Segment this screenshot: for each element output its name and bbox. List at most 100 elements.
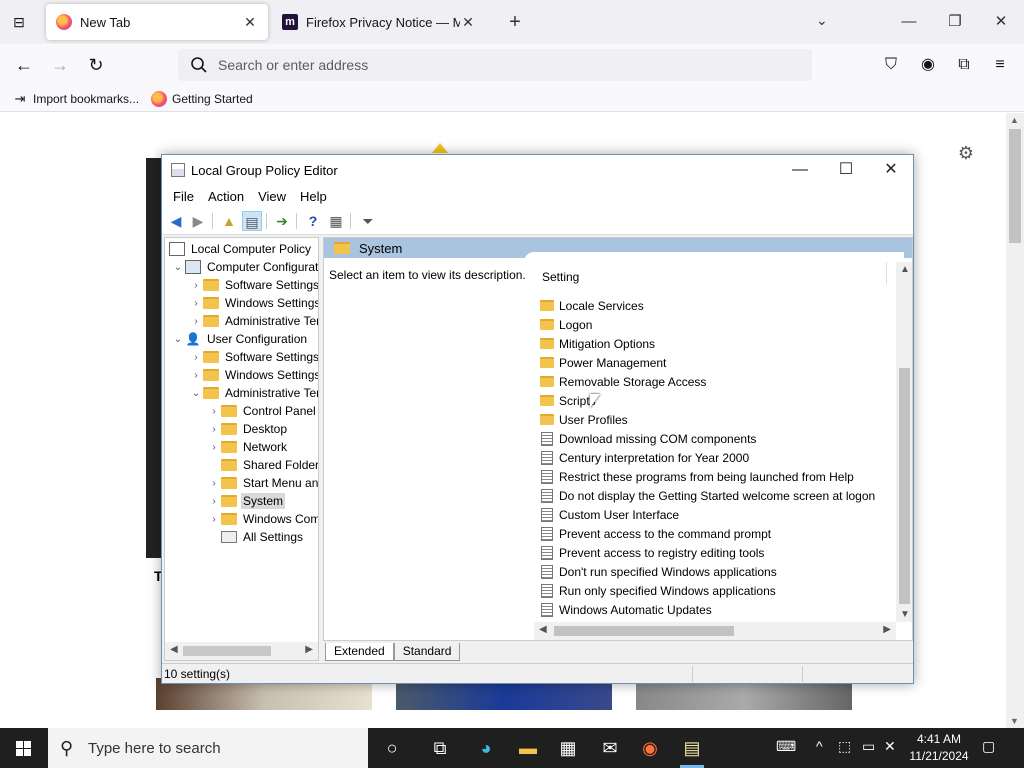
tree-item[interactable]: All Settings <box>207 528 305 546</box>
tree-item[interactable]: › Network <box>207 438 289 456</box>
tree-item[interactable]: › Windows Settings <box>189 294 318 312</box>
chevron-right-icon[interactable]: › <box>207 424 221 435</box>
list-item-folder[interactable]: Mitigation Options <box>540 334 655 353</box>
list-item-folder[interactable]: Power Management <box>540 353 666 372</box>
page-scrollbar[interactable]: ▲ ▼ <box>1006 113 1024 728</box>
tree-item[interactable]: › Administrative Templates <box>189 312 318 330</box>
bookmark-getting-started[interactable]: Getting Started <box>151 90 253 108</box>
list-item-folder[interactable]: Locale Services <box>540 296 644 315</box>
close-button[interactable]: ✕ <box>871 159 911 181</box>
chevron-right-icon[interactable]: › <box>189 280 203 291</box>
list-item-setting[interactable]: Custom User Interface <box>540 505 679 524</box>
menu-help[interactable]: Help <box>293 185 334 207</box>
list-item-folder[interactable]: Scripts <box>540 391 596 410</box>
chevron-right-icon[interactable]: › <box>207 478 221 489</box>
notification-icon[interactable]: ▢ <box>982 738 995 755</box>
group-policy-editor-taskbar-icon[interactable]: ▤ <box>672 732 712 768</box>
back-button[interactable]: ← <box>11 52 37 78</box>
menu-view[interactable]: View <box>251 185 293 207</box>
tab-standard[interactable]: Standard <box>393 643 461 661</box>
tree-item[interactable]: › Software Settings <box>189 276 318 294</box>
list-item-setting[interactable]: Run only specified Windows applications <box>540 581 776 600</box>
list-item-setting[interactable]: Prevent access to registry editing tools <box>540 543 764 562</box>
chevron-right-icon[interactable]: › <box>189 298 203 309</box>
column-header-setting[interactable]: Setting <box>542 270 579 284</box>
export-list-icon[interactable]: ➔ <box>272 211 292 231</box>
tree-horizontal-scrollbar[interactable]: ◀ ▶ <box>165 642 318 660</box>
list-item-folder[interactable]: User Profiles <box>540 410 628 429</box>
maximize-button[interactable]: ❐ <box>940 8 970 36</box>
keyboard-icon[interactable]: ⌨ <box>776 738 796 755</box>
help-icon[interactable]: ? <box>303 211 323 231</box>
cortana-icon[interactable]: ○ <box>372 732 412 764</box>
forward-button[interactable]: → <box>47 52 73 78</box>
scroll-down-icon[interactable]: ▼ <box>900 609 910 620</box>
list-item-setting[interactable]: Windows Automatic Updates <box>540 600 712 619</box>
tree-item[interactable]: ⌄ Administrative Templates <box>189 384 318 402</box>
list-vertical-scrollbar[interactable]: ▲ ▼ <box>896 262 912 622</box>
tree-item[interactable]: › Windows Settings <box>189 366 318 384</box>
navigation-tree[interactable]: Local Computer Policy ⌄ Computer Configura… <box>164 237 319 661</box>
gear-icon[interactable]: ⚙ <box>956 143 976 163</box>
tree-item[interactable]: Local Computer Policy <box>169 240 313 258</box>
tab-extended[interactable]: Extended <box>325 643 394 661</box>
forward-arrow-icon[interactable]: ▶ <box>188 211 208 231</box>
scroll-up-icon[interactable]: ▲ <box>1010 115 1019 125</box>
gpe-title-bar[interactable]: Local Group Policy Editor — ☐ ✕ <box>162 155 913 185</box>
chevron-right-icon[interactable]: › <box>189 352 203 363</box>
tree-item[interactable]: › Software Settings <box>189 348 318 366</box>
account-icon[interactable]: ◉ <box>917 54 939 76</box>
menu-icon[interactable]: ≡ <box>989 54 1011 76</box>
list-horizontal-scrollbar[interactable]: ◀ ▶ <box>534 622 896 640</box>
properties-icon[interactable]: ▦ <box>326 211 346 231</box>
mail-icon[interactable]: ✉ <box>590 732 630 764</box>
tree-item[interactable]: › Control Panel <box>207 402 318 420</box>
column-separator[interactable] <box>886 262 887 284</box>
minimize-button[interactable]: — <box>894 8 924 36</box>
chevron-down-icon[interactable]: ⌄ <box>171 334 185 345</box>
tree-item[interactable]: › System <box>207 492 286 510</box>
scroll-thumb[interactable] <box>899 368 910 604</box>
system-clock[interactable]: 4:41 AM 11/21/2024 <box>902 731 976 765</box>
tab-new-tab[interactable]: New Tab ✕ <box>46 4 268 40</box>
close-tab-icon[interactable]: ✕ <box>460 14 476 31</box>
url-bar[interactable] <box>178 49 812 81</box>
start-button[interactable] <box>0 728 48 768</box>
bookmark-import[interactable]: ⇥ Import bookmarks... <box>12 90 139 108</box>
taskbar-search[interactable]: ⚲ <box>48 728 368 768</box>
volume-muted-icon[interactable]: ✕ <box>884 738 896 755</box>
chevron-right-icon[interactable]: › <box>189 316 203 327</box>
extensions-icon[interactable]: ⧉ <box>953 54 975 76</box>
firefox-icon[interactable]: ◉ <box>630 732 670 764</box>
chevron-down-icon[interactable]: ⌄ <box>816 12 828 29</box>
list-item-setting[interactable]: Prevent access to the command prompt <box>540 524 771 543</box>
edge-icon[interactable]: ◕ <box>466 732 506 764</box>
chevron-down-icon[interactable]: ⌄ <box>189 388 203 399</box>
minimize-button[interactable]: — <box>780 159 820 181</box>
list-item-folder[interactable]: Logon <box>540 315 592 334</box>
chevron-down-icon[interactable]: ⌄ <box>171 262 185 273</box>
reload-button[interactable]: ↻ <box>83 52 109 78</box>
scroll-left-icon[interactable]: ◀ <box>539 624 547 635</box>
close-window-button[interactable]: ✕ <box>986 8 1016 36</box>
up-folder-icon[interactable]: ▲ <box>219 211 239 231</box>
microsoft-store-icon[interactable]: ▦ <box>548 732 588 764</box>
task-view-icon[interactable]: ⧉ <box>420 732 460 764</box>
scroll-up-icon[interactable]: ▲ <box>900 264 910 275</box>
menu-action[interactable]: Action <box>201 185 251 207</box>
list-item-setting[interactable]: Restrict these programs from being launc… <box>540 467 854 486</box>
filter-icon[interactable]: ⏷ <box>358 211 378 231</box>
scroll-thumb[interactable] <box>554 626 734 636</box>
tree-item[interactable]: › Windows Components <box>207 510 318 528</box>
address-input[interactable] <box>218 49 798 81</box>
tree-item[interactable]: ⌄ Computer Configuration <box>171 258 318 276</box>
back-arrow-icon[interactable]: ◀ <box>166 211 186 231</box>
show-hide-tree-icon[interactable]: ▤ <box>242 211 262 231</box>
firefox-view-icon[interactable]: ⊟ <box>8 12 30 32</box>
file-explorer-icon[interactable]: ▬ <box>508 732 548 764</box>
tree-item[interactable]: Shared Folders <box>207 456 318 474</box>
tree-item[interactable]: › Start Menu and Taskbar <box>207 474 318 492</box>
tree-item[interactable]: › Desktop <box>207 420 289 438</box>
chevron-right-icon[interactable]: › <box>207 496 221 507</box>
list-item-setting[interactable]: Don't run specified Windows applications <box>540 562 777 581</box>
